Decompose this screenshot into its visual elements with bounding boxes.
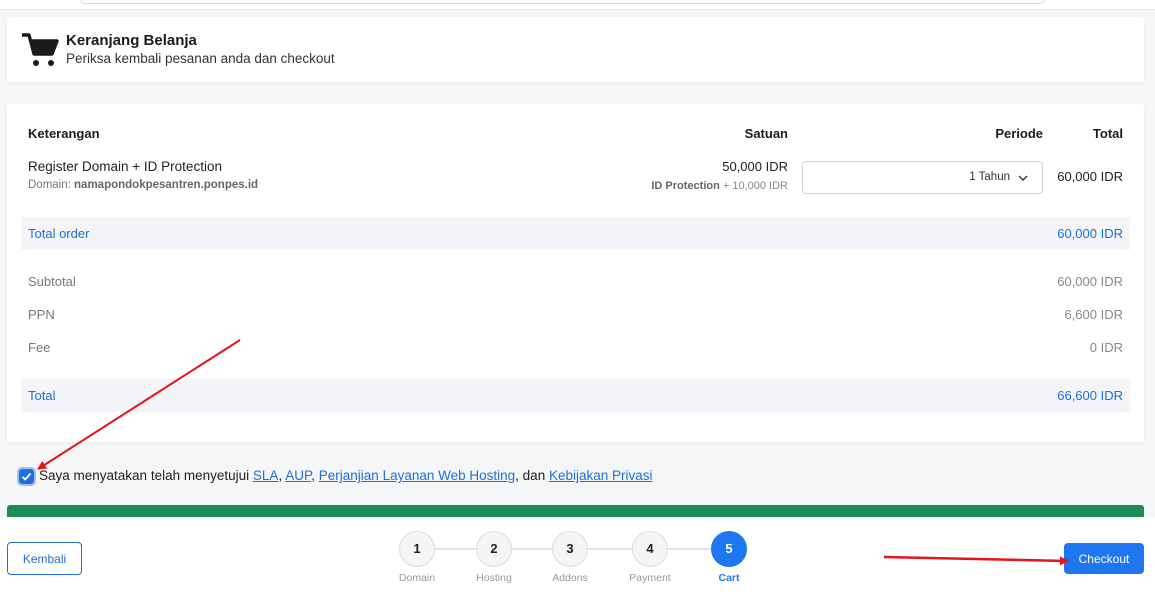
step-label-cart: Cart: [718, 572, 740, 584]
total-order-label: Total order: [28, 226, 90, 241]
shopping-cart-icon: [22, 33, 59, 66]
domain-label: Domain:: [28, 179, 71, 191]
addon-label: ID Protection: [651, 180, 720, 192]
step-label-hosting: Hosting: [476, 572, 512, 584]
item-name: Register Domain + ID Protection: [28, 159, 222, 174]
link-aup[interactable]: AUP: [285, 468, 311, 483]
agreement-prefix: Saya menyatakan telah menyetujui: [39, 468, 250, 483]
page-subtitle: Periksa kembali pesanan anda dan checkou…: [66, 51, 335, 66]
step-connector: [588, 548, 633, 550]
ppn-label: PPN: [28, 307, 55, 322]
column-header-periode: Periode: [995, 126, 1043, 141]
link-sla[interactable]: SLA: [253, 468, 279, 483]
link-kebijakan-privasi[interactable]: Kebijakan Privasi: [549, 468, 653, 483]
step-addons[interactable]: 3: [552, 531, 588, 567]
step-connector: [511, 548, 553, 550]
item-domain: Domain: namapondokpesantren.ponpes.id: [28, 179, 258, 191]
fee-value: 0 IDR: [1089, 340, 1123, 355]
total-order-row: Total order 60,000 IDR: [21, 217, 1130, 250]
agreement-separator: ,: [311, 468, 316, 483]
link-perjanjian-layanan[interactable]: Perjanjian Layanan Web Hosting: [319, 468, 515, 483]
search-bar-edge: [80, 0, 1045, 4]
checkmark-icon: [21, 472, 32, 481]
agreement-separator: , dan: [515, 468, 546, 483]
column-header-satuan: Satuan: [744, 126, 788, 141]
order-summary-card: Keterangan Satuan Periode Total Register…: [7, 104, 1144, 442]
agreement-checkbox[interactable]: [17, 467, 36, 486]
fee-row: Fee 0 IDR: [28, 340, 1123, 358]
period-select-value: 1 Tahun: [969, 171, 1010, 183]
subtotal-label: Subtotal: [28, 274, 76, 289]
step-payment[interactable]: 4: [632, 531, 668, 567]
page-title: Keranjang Belanja: [66, 32, 197, 49]
addon-amount: + 10,000 IDR: [722, 180, 788, 192]
unit-price: 50,000 IDR: [722, 159, 788, 174]
ppn-value: 6,600 IDR: [1064, 307, 1123, 322]
addon-price: ID Protection + 10,000 IDR: [651, 180, 788, 192]
top-bar: [0, 0, 1155, 10]
grand-total-value: 66,600 IDR: [1057, 388, 1123, 403]
step-label-addons: Addons: [552, 572, 588, 584]
checkout-footer: Kembali 1 2 3 4 5 Domain Hosting Addons …: [0, 517, 1155, 600]
back-button[interactable]: Kembali: [7, 542, 82, 575]
step-hosting[interactable]: 2: [476, 531, 512, 567]
item-total: 60,000 IDR: [1057, 169, 1123, 184]
ppn-row: PPN 6,600 IDR: [28, 307, 1123, 325]
checkout-button[interactable]: Checkout: [1064, 543, 1144, 574]
agreement-text: Saya menyatakan telah menyetujui SLA, AU…: [39, 468, 653, 483]
chevron-down-icon: [1018, 175, 1028, 181]
step-label-domain: Domain: [398, 572, 436, 584]
total-order-value: 60,000 IDR: [1057, 226, 1123, 241]
fee-label: Fee: [28, 340, 51, 355]
column-header-total: Total: [1092, 126, 1123, 141]
step-cart[interactable]: 5: [711, 531, 747, 567]
step-connector: [434, 548, 476, 550]
step-label-payment: Payment: [629, 572, 671, 584]
step-domain[interactable]: 1: [399, 531, 435, 567]
green-bar: [7, 505, 1144, 517]
subtotal-row: Subtotal 60,000 IDR: [28, 274, 1123, 292]
period-select[interactable]: 1 Tahun: [802, 161, 1043, 194]
grand-total-row: Total 66,600 IDR: [21, 379, 1130, 412]
column-header-keterangan: Keterangan: [28, 126, 100, 141]
subtotal-value: 60,000 IDR: [1057, 274, 1123, 289]
grand-total-label: Total: [28, 388, 56, 403]
domain-name: namapondokpesantren.ponpes.id: [74, 179, 259, 191]
step-connector: [668, 548, 713, 550]
agreement-separator: ,: [278, 468, 283, 483]
cart-header-card: Keranjang Belanja Periksa kembali pesana…: [7, 17, 1144, 82]
